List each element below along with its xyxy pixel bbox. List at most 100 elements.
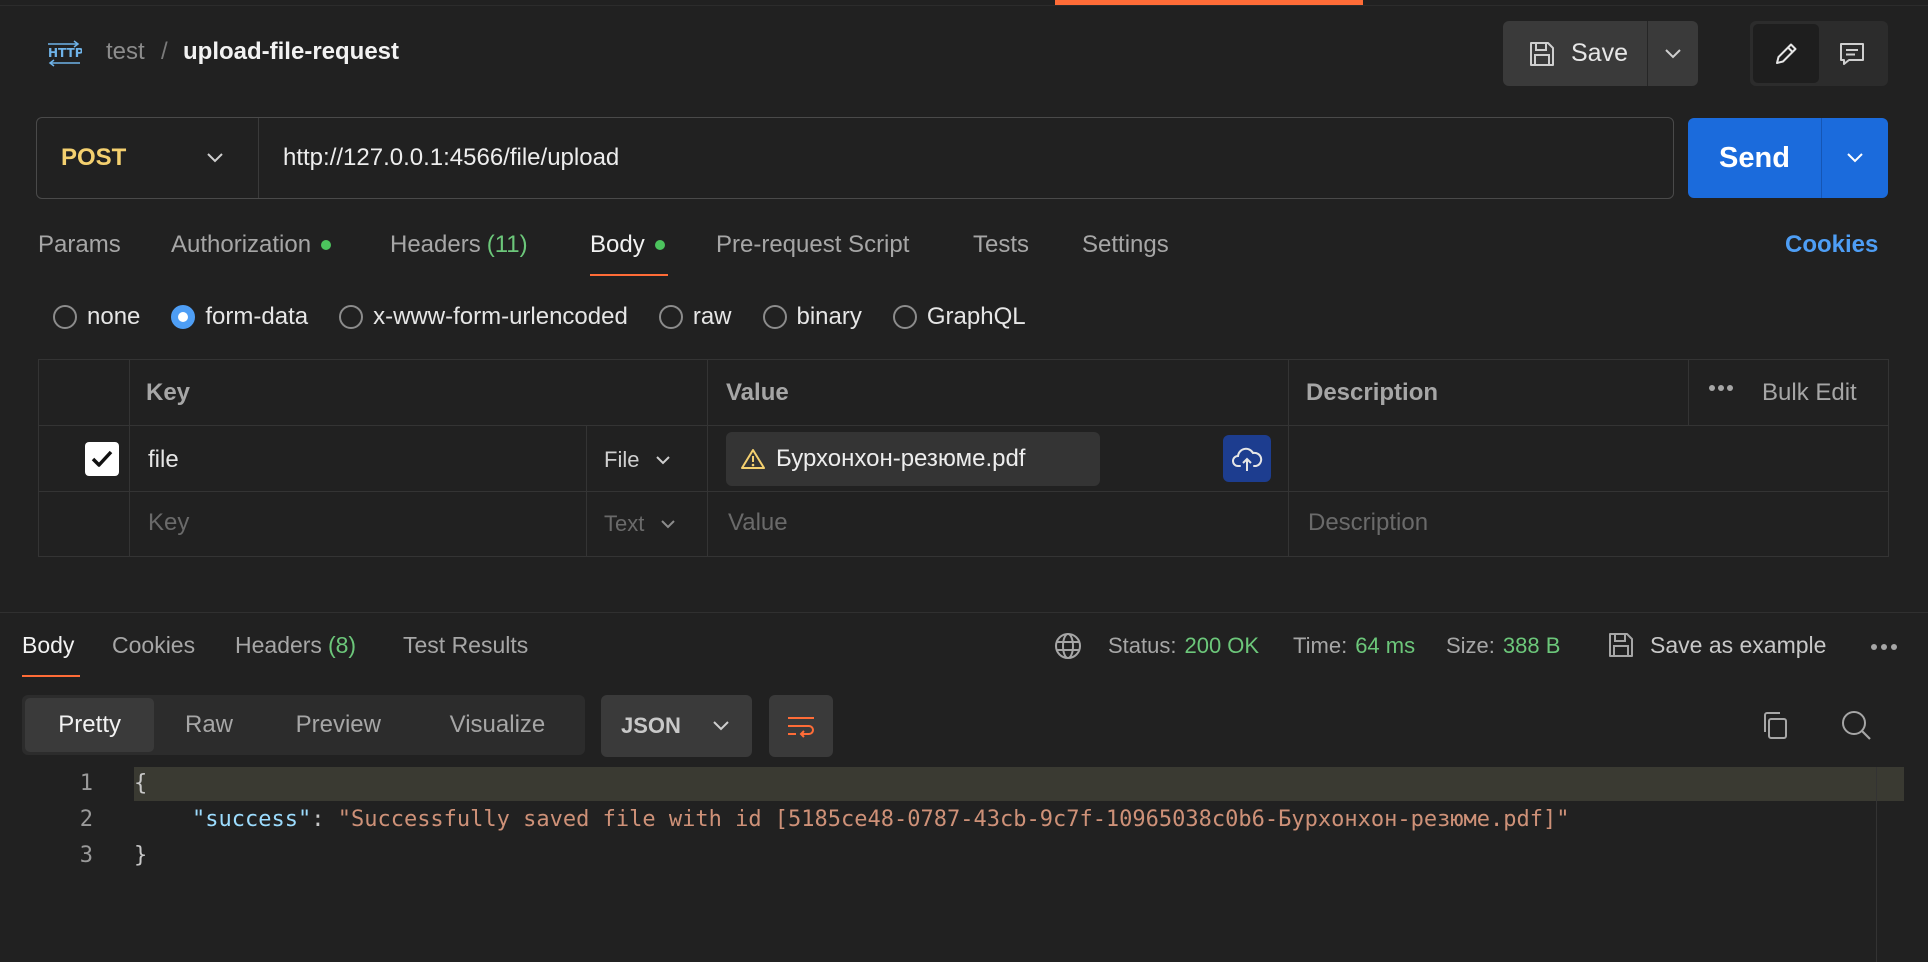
copy-icon[interactable] (1760, 710, 1790, 742)
bulk-edit-button[interactable]: Bulk Edit (1762, 360, 1857, 426)
tab-authorization[interactable]: Authorization (171, 231, 332, 259)
radio-x-www-form-urlencoded[interactable]: x-www-form-urlencoded (339, 303, 628, 331)
view-visualize[interactable]: Visualize (413, 698, 582, 752)
view-raw[interactable]: Raw (154, 698, 263, 752)
radio-label: binary (796, 303, 862, 330)
format-label: JSON (621, 713, 681, 738)
radio-graphql[interactable]: GraphQL (892, 303, 1026, 331)
response-tab-body[interactable]: Body (22, 632, 74, 659)
radio-label: raw (692, 303, 732, 330)
request-name[interactable]: upload-file-request (183, 38, 399, 66)
comments-button[interactable] (1819, 24, 1885, 83)
wrap-lines-button[interactable] (769, 695, 833, 757)
radio-label: GraphQL (926, 303, 1026, 330)
method-selector[interactable]: POST (37, 118, 259, 198)
send-options-dropdown[interactable] (1822, 118, 1888, 198)
radio-label: form-data (205, 303, 309, 330)
code-token: } (134, 843, 148, 868)
breadcrumb-collection[interactable]: test (106, 38, 145, 66)
send-button-group: Send (1688, 118, 1888, 198)
floppy-disk-icon (1606, 630, 1636, 660)
row-divider (39, 491, 1888, 492)
response-code-viewer[interactable]: 1 2 3 { "success": "Successfully saved f… (0, 767, 1928, 962)
radio-none[interactable]: none (53, 303, 140, 331)
row-key-input[interactable]: file (148, 446, 179, 474)
radio-circle (762, 305, 787, 329)
tab-label: Cookies (112, 632, 196, 658)
globe-icon[interactable] (1053, 631, 1083, 661)
edit-mode-button[interactable] (1753, 24, 1819, 83)
meta-value: 388 B (1502, 633, 1561, 658)
method-label: POST (61, 144, 127, 171)
breadcrumb-separator: / (161, 38, 168, 65)
tab-prerequest-script[interactable]: Pre-request Script (716, 231, 909, 259)
view-pretty[interactable]: Pretty (25, 698, 155, 752)
status-dot (321, 240, 332, 250)
row-type-selector[interactable]: File (604, 447, 671, 473)
radio-circle (53, 305, 77, 329)
tab-tests[interactable]: Tests (973, 231, 1029, 259)
send-button[interactable]: Send (1688, 118, 1822, 198)
tab-count: (8) (327, 632, 357, 658)
row-enabled-checkbox[interactable] (85, 442, 119, 476)
tab-body[interactable]: Body (590, 231, 665, 259)
column-divider (1688, 360, 1689, 426)
code-line: } (134, 843, 147, 868)
tab-params[interactable]: Params (38, 231, 121, 259)
format-selector[interactable]: JSON (601, 695, 752, 757)
save-button[interactable]: Save (1503, 21, 1648, 86)
json-string-value: "Successfully saved file with id [5185ce… (337, 807, 1570, 832)
response-tab-cookies[interactable]: Cookies (112, 632, 195, 659)
tab-headers[interactable]: Headers (11) (390, 231, 528, 259)
response-view-selector: Pretty Raw Preview Visualize (22, 695, 585, 755)
selected-file-chip[interactable]: Бурхонхон-резюме.pdf (726, 432, 1100, 486)
new-type-selector[interactable]: Text (604, 511, 676, 537)
search-icon[interactable] (1839, 708, 1873, 742)
radio-form-data[interactable]: form-data (171, 303, 308, 331)
response-tab-headers[interactable]: Headers (8) (235, 632, 356, 659)
radio-circle (892, 305, 917, 329)
meta-value: 64 ms (1355, 633, 1416, 658)
wrap-lines-icon (785, 712, 817, 740)
response-divider (0, 612, 1928, 613)
column-header-value: Value (726, 379, 789, 406)
cloud-upload-icon (1231, 445, 1263, 473)
save-as-example-button[interactable]: Save as example (1606, 630, 1826, 660)
column-divider (586, 426, 587, 556)
save-label: Save (1571, 39, 1628, 67)
view-preview[interactable]: Preview (264, 698, 413, 752)
radio-label: none (87, 303, 141, 330)
response-time[interactable]: Time: 64 ms (1293, 633, 1415, 659)
check-icon (90, 448, 114, 470)
url-input[interactable]: http://127.0.0.1:4566/file/upload (259, 144, 619, 172)
new-value-input[interactable]: Value (728, 509, 788, 537)
code-token: : (311, 807, 338, 832)
response-tab-test-results[interactable]: Test Results (403, 632, 528, 659)
new-key-input[interactable]: Key (148, 509, 189, 537)
save-options-dropdown[interactable] (1648, 21, 1698, 86)
response-status[interactable]: Status: 200 OK (1108, 633, 1259, 659)
tab-label: Settings (1082, 231, 1169, 258)
code-token: { (134, 771, 148, 796)
chevron-down-icon (1846, 152, 1864, 164)
radio-binary[interactable]: binary (762, 303, 862, 331)
more-options-icon[interactable] (1870, 634, 1898, 660)
upload-file-button[interactable] (1223, 435, 1271, 482)
code-line: { (134, 771, 147, 796)
chevron-down-icon (712, 720, 730, 732)
new-description-input[interactable]: Description (1308, 509, 1428, 537)
code-line: "success": "Successfully saved file with… (192, 807, 1570, 832)
line-number: 3 (79, 843, 93, 868)
radio-label: x-www-form-urlencoded (373, 303, 628, 330)
chevron-down-icon (1664, 48, 1682, 60)
response-size[interactable]: Size: 388 B (1446, 633, 1560, 659)
body-type-selector: none form-data x-www-form-urlencoded raw… (53, 302, 1026, 332)
type-label: File (604, 447, 640, 472)
tab-settings[interactable]: Settings (1082, 231, 1169, 259)
radio-raw[interactable]: raw (658, 303, 732, 331)
pencil-icon (1771, 39, 1801, 69)
url-bar: POST http://127.0.0.1:4566/file/upload (36, 117, 1674, 199)
tab-label: Headers (235, 632, 322, 658)
cookies-link[interactable]: Cookies (1785, 231, 1878, 259)
more-options-icon[interactable] (1708, 384, 1734, 392)
